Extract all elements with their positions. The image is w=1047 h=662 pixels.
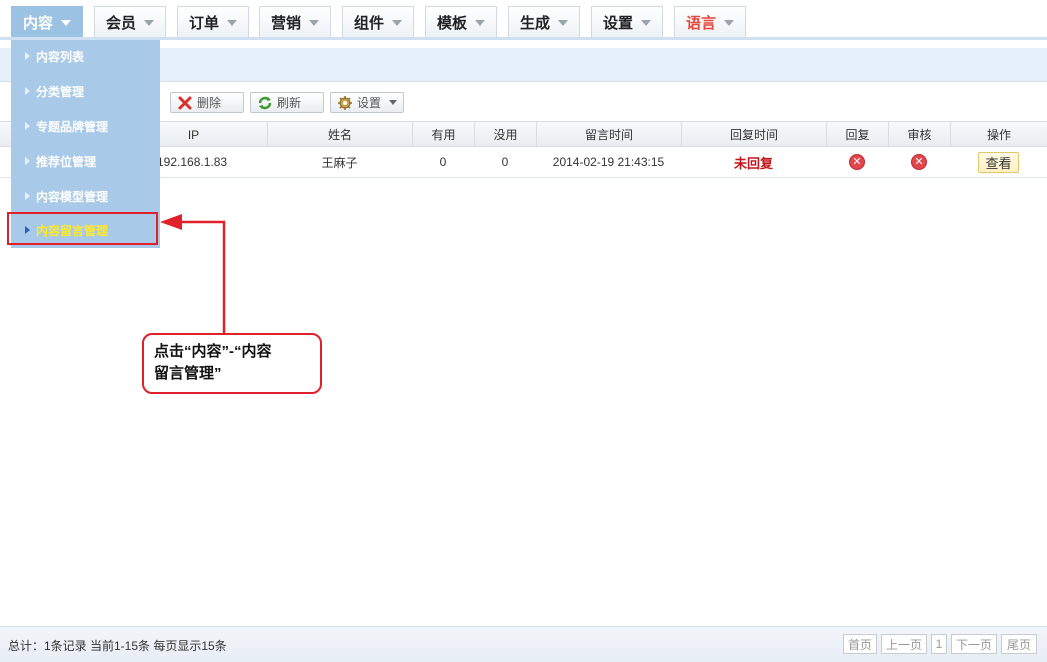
dropdown-item-recommend[interactable]: 推荐位管理 [11, 146, 160, 176]
dropdown-item-label: 内容列表 [36, 49, 85, 64]
nav-label: 语言 [685, 14, 716, 32]
nav-item-settings[interactable]: 设置 [591, 6, 663, 37]
chevron-down-icon [309, 20, 319, 26]
nav-item-member[interactable]: 会员 [94, 6, 166, 37]
cell-ip: 192.168.1.83 [157, 155, 228, 169]
dropdown-item-label: 内容模型管理 [36, 189, 109, 204]
chevron-down-icon [558, 20, 568, 26]
review-status-no-icon[interactable]: ✕ [911, 154, 927, 170]
cell-msg-time: 2014-02-19 21:43:15 [552, 155, 665, 169]
dropdown-item-label: 推荐位管理 [36, 154, 97, 169]
record-summary: 总计：1条记录 当前1-15条 每页显示15条 [8, 639, 227, 653]
last-page-button[interactable]: 尾页 [1001, 634, 1037, 654]
reply-status-no-icon[interactable]: ✕ [849, 154, 865, 170]
delete-button[interactable]: 删除 [170, 92, 244, 113]
top-nav: 内容 会员 订单 营销 组件 模板 生成 设置 语言 [0, 0, 1047, 40]
caret-right-icon [25, 192, 30, 200]
nav-item-marketing[interactable]: 营销 [259, 6, 331, 37]
annotation-callout: 点击“内容”-“内容 留言管理” [142, 333, 322, 394]
cell-name: 王麻子 [321, 155, 358, 170]
chevron-down-icon [641, 20, 651, 26]
chevron-down-icon [144, 20, 154, 26]
nav-item-order[interactable]: 订单 [177, 6, 249, 37]
settings-label: 设置 [357, 96, 382, 110]
col-reply: 回复 [826, 122, 888, 147]
next-page-button[interactable]: 下一页 [951, 634, 997, 654]
annotation-line-1: 点击“内容”-“内容 [154, 343, 272, 360]
annotation-highlight-box [7, 212, 158, 245]
refresh-button[interactable]: 刷新 [250, 92, 324, 113]
col-useful: 有用 [412, 122, 474, 147]
nav-item-component[interactable]: 组件 [342, 6, 414, 37]
dropdown-item-label: 分类管理 [36, 84, 85, 99]
dropdown-item-model[interactable]: 内容模型管理 [11, 181, 160, 211]
nav-label: 会员 [105, 14, 136, 32]
view-button[interactable]: 查看 [978, 151, 1019, 173]
cell-review: ✕ [888, 147, 950, 177]
delete-label: 删除 [197, 96, 222, 110]
settings-dropdown-button[interactable]: 设置 [330, 92, 404, 113]
nav-item-template[interactable]: 模板 [425, 6, 497, 37]
caret-right-icon [25, 122, 30, 130]
chevron-down-icon [227, 20, 237, 26]
caret-right-icon [25, 52, 30, 60]
nav-label: 内容 [22, 14, 53, 32]
nav-label: 营销 [270, 14, 301, 32]
cell-reply: ✕ [826, 147, 888, 177]
chevron-down-icon [389, 100, 398, 105]
nav-item-language[interactable]: 语言 [674, 6, 746, 37]
chevron-down-icon [392, 20, 402, 26]
nav-label: 订单 [188, 14, 219, 32]
cell-useful: 0 [439, 155, 447, 169]
nav-item-generate[interactable]: 生成 [508, 6, 580, 37]
dropdown-item-label: 专题品牌管理 [36, 119, 109, 134]
chevron-down-icon [475, 20, 485, 26]
col-msg-time: 留言时间 [536, 122, 681, 147]
nav-label: 生成 [519, 14, 550, 32]
delete-icon [177, 95, 193, 111]
page-number[interactable]: 1 [931, 634, 947, 654]
cell-reply-time: 未回复 [681, 147, 826, 177]
col-review: 审核 [888, 122, 950, 147]
refresh-icon [257, 95, 273, 111]
col-useless: 没用 [474, 122, 536, 147]
dropdown-item-content-list[interactable]: 内容列表 [11, 41, 160, 71]
chevron-down-icon [724, 20, 734, 26]
nav-label: 设置 [602, 14, 633, 32]
pagination-footer: 总计：1条记录 当前1-15条 每页显示15条 首页 上一页 1 下一页 尾页 [0, 626, 1047, 662]
nav-label: 组件 [353, 14, 384, 32]
col-reply-time: 回复时间 [681, 122, 826, 147]
annotation-line-2: 留言管理” [154, 365, 222, 382]
dropdown-item-category[interactable]: 分类管理 [11, 76, 160, 106]
first-page-button[interactable]: 首页 [843, 634, 877, 654]
cell-action: 查看 [950, 147, 1047, 177]
caret-right-icon [25, 157, 30, 165]
col-name: 姓名 [267, 122, 412, 147]
gear-icon [337, 95, 353, 111]
nav-item-content[interactable]: 内容 [11, 6, 83, 37]
prev-page-button[interactable]: 上一页 [881, 634, 927, 654]
chevron-down-icon [61, 20, 71, 26]
caret-right-icon [25, 87, 30, 95]
nav-label: 模板 [436, 14, 467, 32]
dropdown-item-topic-brand[interactable]: 专题品牌管理 [11, 111, 160, 141]
status-badge: 未回复 [733, 155, 773, 171]
cell-useless: 0 [501, 155, 509, 169]
refresh-label: 刷新 [277, 96, 302, 110]
col-action: 操作 [950, 122, 1047, 147]
